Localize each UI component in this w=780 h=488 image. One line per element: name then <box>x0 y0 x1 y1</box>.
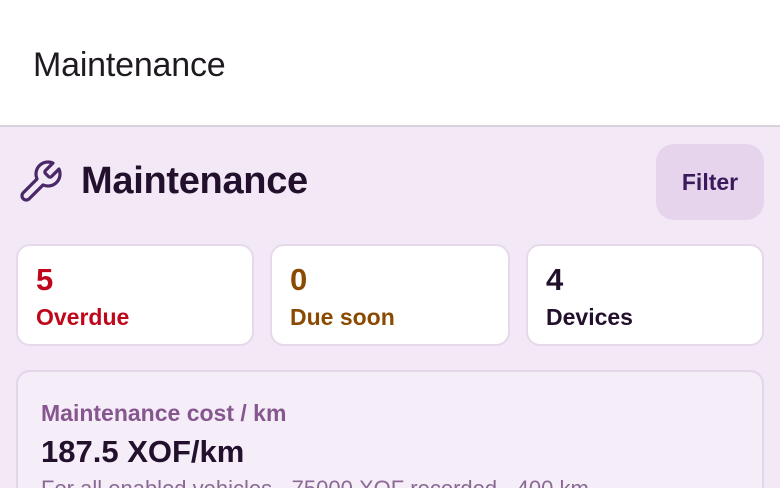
filter-button[interactable]: Filter <box>656 144 764 220</box>
stat-card-overdue[interactable]: 5 Overdue <box>16 244 254 346</box>
app-bar-title: Maintenance <box>33 46 226 84</box>
cost-value: 187.5 XOF/km <box>41 434 245 469</box>
stat-value: 5 <box>36 262 54 297</box>
stat-value: 4 <box>546 262 564 297</box>
stat-card-devices[interactable]: 4 Devices <box>526 244 764 346</box>
stat-label: Due soon <box>290 304 395 330</box>
stat-card-due-soon[interactable]: 0 Due soon <box>270 244 510 346</box>
app-bar: Maintenance <box>0 0 780 127</box>
cost-per-km-card: Maintenance cost / km 187.5 XOF/km For a… <box>16 370 764 488</box>
page-title: Maintenance <box>81 160 308 202</box>
stat-value: 0 <box>290 262 308 297</box>
wrench-icon <box>20 160 62 202</box>
stat-label: Devices <box>546 304 633 330</box>
cost-note: For all enabled vehicles · 75000 XOF rec… <box>41 476 589 488</box>
cost-label: Maintenance cost / km <box>41 400 287 426</box>
stat-label: Overdue <box>36 304 130 330</box>
page-header: Maintenance Filter <box>16 144 764 220</box>
